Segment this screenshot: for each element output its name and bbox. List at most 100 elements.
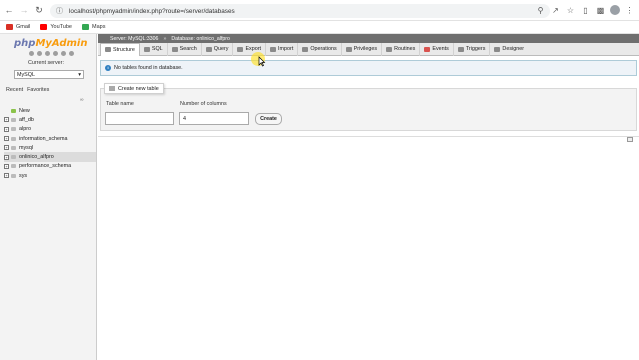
url-text: localhost/phpmyadmin/index.php?route=/se…: [69, 7, 235, 15]
events-icon: [424, 46, 431, 52]
tree-item-label: sys: [19, 172, 28, 179]
tab-operations[interactable]: Operations: [298, 42, 342, 56]
wrench-icon: [302, 46, 309, 52]
breadcrumb-database[interactable]: Database: onlinico_alfpro: [171, 36, 230, 42]
bookmark-maps[interactable]: Maps: [82, 24, 105, 30]
tab-routines[interactable]: Routines: [382, 42, 421, 56]
docs-icon[interactable]: [53, 51, 58, 56]
expand-icon[interactable]: +: [4, 173, 9, 179]
tree-item-information-schema[interactable]: + information_schema: [4, 134, 96, 143]
reload-nav-icon[interactable]: [69, 51, 74, 56]
tab-query[interactable]: Query: [202, 42, 234, 56]
phpmyadmin-logo[interactable]: phpMyAdmin: [14, 38, 87, 49]
current-server-label: Current server:: [28, 60, 64, 66]
tree-item-mysql[interactable]: + mysql: [4, 143, 96, 152]
legend-text: Create new table: [118, 85, 159, 92]
tree-item-new[interactable]: New: [4, 106, 96, 115]
bookmark-label: Maps: [92, 24, 106, 30]
tab-label: Search: [179, 46, 197, 52]
columns-input[interactable]: 4: [179, 112, 249, 125]
privileges-icon: [345, 46, 352, 52]
expand-icon[interactable]: +: [4, 145, 9, 151]
server-select[interactable]: MySQL ▾: [14, 70, 84, 79]
structure-icon: [105, 47, 111, 52]
zoom-icon[interactable]: ⚲: [535, 4, 546, 16]
tab-designer[interactable]: Designer: [490, 43, 528, 56]
bookmark-label: Gmail: [16, 24, 31, 30]
expand-icon[interactable]: +: [4, 154, 9, 160]
tab-sql[interactable]: SQL: [140, 42, 168, 56]
tab-label: Triggers: [465, 46, 486, 52]
info-icon: i: [105, 65, 111, 71]
back-icon[interactable]: ←: [3, 4, 15, 16]
database-icon: [11, 136, 16, 141]
tree-item-label: alpro: [19, 126, 31, 133]
tab-label: Query: [213, 46, 229, 52]
tab-events[interactable]: Events: [420, 42, 454, 56]
settings-icon[interactable]: [61, 51, 66, 56]
tree-item-aff-db[interactable]: + aff_db: [4, 115, 96, 124]
tree-item-label: New: [19, 107, 30, 114]
bookmark-youtube[interactable]: YouTube: [40, 24, 72, 30]
tree-item-alpro[interactable]: + alpro: [4, 125, 96, 134]
database-icon: [11, 127, 16, 132]
main-tabs: Structure SQL Search Query Export Import…: [98, 42, 639, 56]
no-tables-notice: i No tables found in database.: [100, 60, 637, 76]
bookmark-gmail[interactable]: Gmail: [6, 24, 30, 30]
chevron-down-icon: ▾: [78, 71, 81, 78]
expand-icon[interactable]: +: [4, 126, 9, 132]
info-icon[interactable]: ⓘ: [56, 6, 63, 16]
profile-avatar[interactable]: [610, 5, 620, 15]
forward-icon[interactable]: →: [18, 4, 30, 16]
breadcrumb-server[interactable]: Server: MySQL:3306: [110, 36, 158, 42]
expand-icon[interactable]: +: [4, 136, 9, 142]
add-table-icon: [109, 86, 115, 91]
logout-icon[interactable]: [37, 51, 42, 56]
tab-label: Events: [432, 46, 449, 52]
favorites-tab[interactable]: Favorites: [27, 87, 49, 93]
address-bar[interactable]: ⓘ localhost/phpmyadmin/index.php?route=/…: [50, 4, 550, 18]
cursor-arrow-icon: [258, 56, 266, 67]
search-icon: [171, 46, 178, 52]
server-select-value: MySQL: [17, 71, 35, 78]
recent-tab[interactable]: Recent: [6, 87, 23, 93]
share-icon[interactable]: ↗: [550, 4, 561, 16]
tab-label: Privileges: [353, 46, 378, 52]
tab-search[interactable]: Search: [168, 42, 202, 56]
bookmark-star-icon[interactable]: ☆: [565, 4, 576, 16]
database-icon: [11, 117, 16, 122]
extensions-icon[interactable]: ▯: [580, 4, 591, 16]
reload-icon[interactable]: ↻: [33, 4, 45, 16]
create-button[interactable]: Create: [255, 113, 282, 125]
help-icon[interactable]: [45, 51, 50, 56]
tree-item-performance-schema[interactable]: + performance_schema: [4, 162, 96, 171]
console-icon[interactable]: [627, 137, 633, 142]
database-tree: New + aff_db + alpro + information_schem…: [4, 106, 96, 180]
tab-label: Routines: [394, 46, 416, 52]
tab-triggers[interactable]: Triggers: [454, 42, 491, 56]
tree-item-onlinico-alfpro[interactable]: + onlinico_alfpro: [4, 152, 96, 162]
tab-import[interactable]: Import: [266, 42, 299, 56]
database-icon: [11, 173, 16, 178]
new-db-icon: [11, 108, 16, 113]
bookmarks-bar: Gmail YouTube Maps: [0, 21, 639, 34]
bookmark-label: YouTube: [50, 24, 72, 30]
table-name-input[interactable]: [105, 112, 174, 125]
database-icon: [11, 145, 16, 150]
gmail-icon: [6, 24, 13, 30]
tab-label: Designer: [502, 46, 524, 52]
expand-icon[interactable]: +: [4, 117, 9, 123]
home-icon[interactable]: [29, 51, 34, 56]
export-icon: [237, 46, 244, 52]
menu-icon[interactable]: ⋮: [624, 4, 635, 16]
expand-icon[interactable]: +: [4, 163, 9, 169]
tree-item-sys[interactable]: + sys: [4, 171, 96, 180]
side-panel-icon[interactable]: ▩: [595, 4, 606, 16]
tree-item-label: mysql: [19, 144, 34, 151]
link-icon[interactable]: ∞: [80, 97, 84, 103]
new-icon: [4, 108, 9, 113]
logo-myadmin: MyAdmin: [35, 38, 88, 49]
tab-structure[interactable]: Structure: [100, 42, 140, 56]
tab-privileges[interactable]: Privileges: [342, 42, 383, 56]
query-icon: [205, 46, 212, 52]
